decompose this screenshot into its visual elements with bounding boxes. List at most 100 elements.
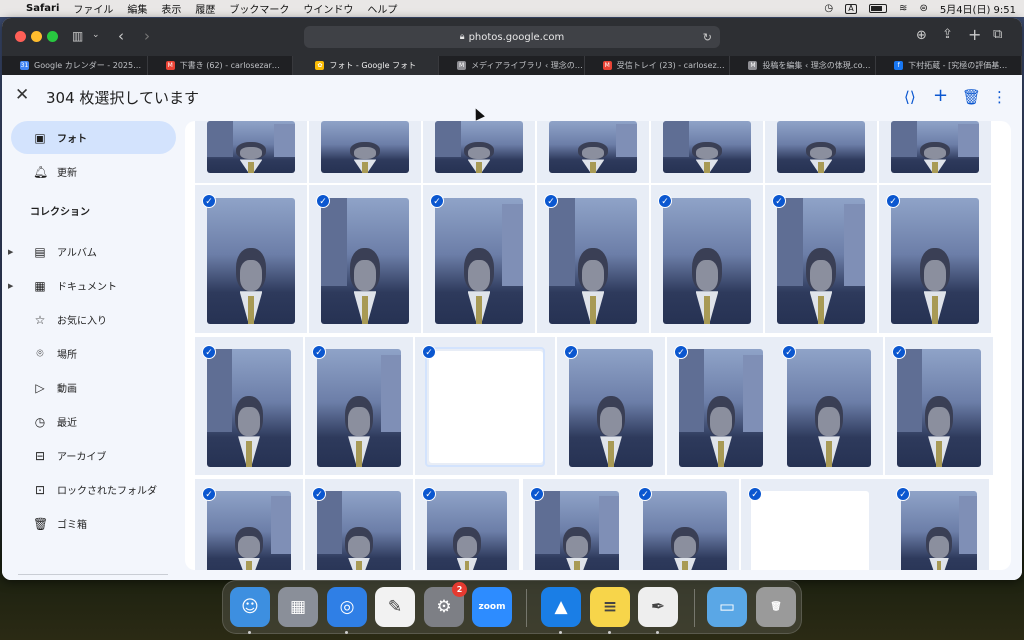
selected-check-icon[interactable]: ✓	[782, 345, 796, 359]
zoom-window-button[interactable]	[47, 31, 58, 42]
selected-check-icon[interactable]: ✓	[748, 487, 762, 501]
selected-check-icon[interactable]: ✓	[564, 345, 578, 359]
sidebar-item-albums[interactable]: ▶ ▤ アルバム	[8, 235, 176, 268]
photo-thumbnail[interactable]	[317, 349, 401, 467]
photo-thumbnail[interactable]	[891, 198, 979, 324]
chevron-down-icon[interactable]: ⌄	[92, 30, 100, 40]
new-tab-icon[interactable]: +	[968, 25, 981, 44]
dock-app-keynote[interactable]: ▲	[541, 587, 581, 627]
menu-edit[interactable]: 編集	[127, 1, 147, 16]
photo-thumbnail[interactable]	[549, 121, 637, 173]
menu-datetime[interactable]: 5月4日(日) 9:51	[940, 1, 1016, 16]
sidebar-item-recent[interactable]: ◷ 最近	[11, 405, 176, 438]
sidebar-item-updates[interactable]: 🔔︎ 更新	[11, 155, 176, 188]
photo-thumbnail[interactable]	[549, 198, 637, 324]
dock-app-notes[interactable]: ≡	[590, 587, 630, 627]
photo-thumbnail[interactable]	[663, 198, 751, 324]
time-machine-icon[interactable]: ◷	[824, 3, 833, 14]
photo-thumbnail[interactable]	[777, 198, 865, 324]
menu-history[interactable]: 履歴	[195, 1, 215, 16]
photo-thumbnail[interactable]	[777, 121, 865, 173]
menu-file[interactable]: ファイル	[73, 1, 113, 16]
dock-app-finder[interactable]: ☺	[230, 587, 270, 627]
photo-thumbnail[interactable]	[435, 198, 523, 324]
battery-icon[interactable]	[869, 4, 888, 13]
photo-thumbnail[interactable]	[897, 349, 981, 467]
selected-check-icon[interactable]: ✓	[892, 345, 906, 359]
selected-check-icon[interactable]: ✓	[530, 487, 544, 501]
forward-button[interactable]: ›	[144, 27, 150, 45]
menu-bookmarks[interactable]: ブックマーク	[229, 1, 289, 16]
tab-overview-icon[interactable]: ⧉	[993, 27, 1002, 42]
tab-6[interactable]: M 投稿を編集 ‹ 理念の体現.co…	[730, 56, 877, 75]
back-button[interactable]: ‹	[118, 27, 124, 45]
dock-app-freeform[interactable]: ✎	[375, 587, 415, 627]
photo-thumbnail[interactable]	[663, 121, 751, 173]
photo-thumbnail[interactable]	[317, 491, 401, 570]
tab-5[interactable]: M 受信トレイ (23) - carlosez…	[585, 56, 731, 75]
selected-check-icon[interactable]: ✓	[886, 194, 900, 208]
selected-check-icon[interactable]: ✓	[202, 487, 216, 501]
selected-check-icon[interactable]: ✓	[674, 345, 688, 359]
input-source-icon[interactable]: A	[845, 3, 858, 14]
dock-app-textedit[interactable]: ✒	[638, 587, 678, 627]
photo-collage[interactable]	[751, 491, 869, 570]
sidebar-item-places[interactable]: ⌾ 場所	[11, 337, 176, 370]
selected-check-icon[interactable]: ✓	[422, 345, 436, 359]
photo-thumbnail[interactable]	[435, 121, 523, 173]
photo-thumbnail[interactable]	[679, 349, 763, 467]
control-center-icon[interactable]: ⊜	[919, 3, 927, 14]
photo-thumbnail[interactable]	[321, 121, 409, 173]
share-icon[interactable]: ⇪	[942, 27, 953, 42]
photo-thumbnail[interactable]	[901, 491, 977, 570]
dock-app-trash[interactable]: 🗑︎	[756, 587, 796, 627]
trash-icon[interactable]: 🗑︎	[962, 88, 981, 106]
menu-app-name[interactable]: Safari	[26, 3, 59, 14]
address-bar[interactable]: 🔒︎ photos.google.com ↻	[304, 26, 720, 48]
share-icon[interactable]: ⟨⟩	[904, 88, 916, 106]
selected-check-icon[interactable]: ✓	[312, 487, 326, 501]
chevron-right-icon[interactable]: ▶	[8, 248, 13, 256]
selected-check-icon[interactable]: ✓	[638, 487, 652, 501]
chevron-right-icon[interactable]: ▶	[8, 282, 13, 290]
tab-2[interactable]: M 下書き (62) - carlosezar…	[148, 56, 294, 75]
selected-check-icon[interactable]: ✓	[430, 194, 444, 208]
photo-thumbnail[interactable]	[427, 491, 507, 570]
photo-thumbnail[interactable]	[207, 349, 291, 467]
tab-4[interactable]: M メディアライブラリ ‹ 理念の…	[439, 56, 585, 75]
wifi-icon[interactable]: ≋	[899, 3, 907, 14]
reload-icon[interactable]: ↻	[703, 31, 712, 44]
menu-help[interactable]: ヘルプ	[367, 1, 397, 16]
sidebar-item-videos[interactable]: ▷ 動画	[11, 371, 176, 404]
photo-thumbnail[interactable]	[321, 198, 409, 324]
selected-check-icon[interactable]: ✓	[896, 487, 910, 501]
menu-view[interactable]: 表示	[161, 1, 181, 16]
selected-check-icon[interactable]: ✓	[772, 194, 786, 208]
dock-app-launchpad[interactable]: ▦	[278, 587, 318, 627]
dock-app-system-settings[interactable]: ⚙ 2	[424, 582, 467, 627]
sidebar-item-favorites[interactable]: ☆ お気に入り	[11, 303, 176, 336]
minimize-window-button[interactable]	[31, 31, 42, 42]
sidebar-item-trash[interactable]: 🗑︎ ゴミ箱	[11, 507, 176, 540]
add-icon[interactable]: +	[933, 85, 948, 106]
tab-1[interactable]: 31 Google カレンダー - 2025…	[2, 56, 148, 75]
sidebar-toggle-icon[interactable]: ▥	[72, 29, 83, 43]
downloads-icon[interactable]: ⊕	[916, 28, 927, 43]
photo-thumbnail[interactable]	[569, 349, 653, 467]
sidebar-item-locked-folder[interactable]: ⊡ ロックされたフォルダ	[11, 473, 176, 506]
close-window-button[interactable]	[15, 31, 26, 42]
sidebar-item-documents[interactable]: ▶ ▦ ドキュメント	[8, 269, 176, 302]
dock-app-safari[interactable]: ◎	[327, 587, 367, 627]
photo-collage[interactable]	[429, 351, 543, 463]
photo-thumbnail[interactable]	[643, 491, 727, 570]
tab-7[interactable]: f 下村拓蔵 - [究極の評価基…	[876, 56, 1022, 75]
sidebar-item-archive[interactable]: ⊟ アーカイブ	[11, 439, 176, 472]
selected-check-icon[interactable]: ✓	[312, 345, 326, 359]
photo-thumbnail[interactable]	[535, 491, 619, 570]
dock-app-downloads[interactable]: ▭	[707, 587, 747, 627]
dock-app-zoom[interactable]: zoom	[472, 587, 512, 627]
selected-check-icon[interactable]: ✓	[202, 345, 216, 359]
selected-check-icon[interactable]: ✓	[422, 487, 436, 501]
selected-check-icon[interactable]: ✓	[202, 194, 216, 208]
photo-thumbnail[interactable]	[207, 121, 295, 173]
